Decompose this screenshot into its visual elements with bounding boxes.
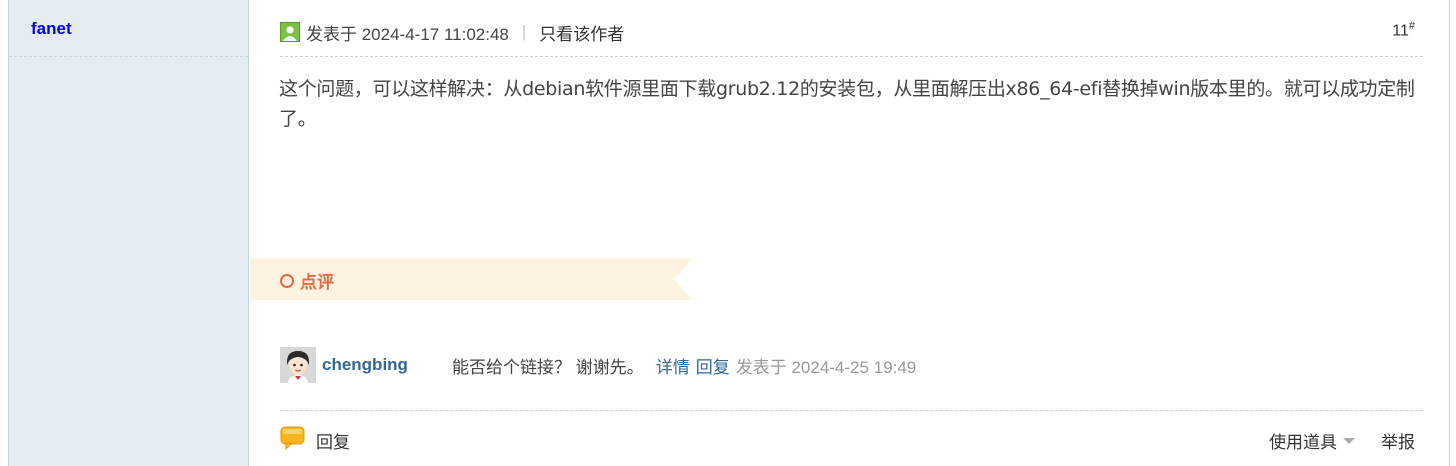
post-time: 发表于 2024-4-17 11:02:48 — [306, 24, 509, 44]
info-separator: | — [521, 22, 527, 41]
post-main: 发表于 2024-4-17 11:02:48 | 只看该作者 11# 这个问题，… — [250, 0, 1449, 466]
reply-button[interactable]: 回复 — [280, 426, 350, 455]
avatar[interactable] — [280, 347, 316, 383]
report-link[interactable]: 举报 — [1381, 428, 1415, 453]
comments-banner: 点评 — [250, 258, 693, 300]
speech-bubble-icon — [280, 426, 306, 455]
online-user-icon — [280, 22, 300, 42]
author-sidebar: fanet — [8, 0, 249, 466]
comment-text: 能否给个链接？ 谢谢先。 — [452, 357, 644, 377]
sidebar-divider — [9, 56, 248, 57]
author-name-link[interactable]: fanet — [31, 19, 72, 39]
comment-user-link[interactable]: chengbing — [322, 355, 452, 375]
only-author-link[interactable]: 只看该作者 — [539, 20, 624, 45]
comments-title: 点评 — [280, 268, 334, 293]
comment-detail-link[interactable]: 详情 — [656, 353, 690, 378]
post-right-border — [1449, 0, 1450, 466]
use-tools-label: 使用道具 — [1269, 433, 1337, 452]
floor-number-value: 11 — [1392, 22, 1409, 40]
header-divider — [280, 56, 1423, 57]
chevron-down-icon — [1343, 437, 1355, 444]
forum-post: fanet 发表于 2024-4-17 11:02:48 | 只看该作者 11#… — [0, 0, 1456, 466]
floor-mark: # — [1408, 20, 1415, 32]
circle-icon — [280, 273, 294, 288]
comment-time: 发表于 2024-4-25 19:49 — [735, 357, 917, 377]
comments-title-text: 点评 — [300, 273, 334, 292]
post-content: 这个问题，可以这样解决：从debian软件源里面下载grub2.12的安装包，从… — [279, 78, 1415, 130]
floor-number[interactable]: 11# — [1392, 20, 1415, 40]
use-tools-menu[interactable]: 使用道具 — [1269, 428, 1355, 453]
comment-reply-link[interactable]: 回复 — [696, 353, 730, 378]
footer-divider — [280, 410, 1423, 411]
reply-label: 回复 — [316, 433, 350, 452]
comment-row: chengbing 能否给个链接？ 谢谢先。 详情 回复 发表于 2024-4-… — [280, 347, 916, 383]
post-info-bar: 发表于 2024-4-17 11:02:48 | 只看该作者 — [280, 20, 624, 44]
post-tools: 使用道具 举报 — [1269, 428, 1415, 453]
